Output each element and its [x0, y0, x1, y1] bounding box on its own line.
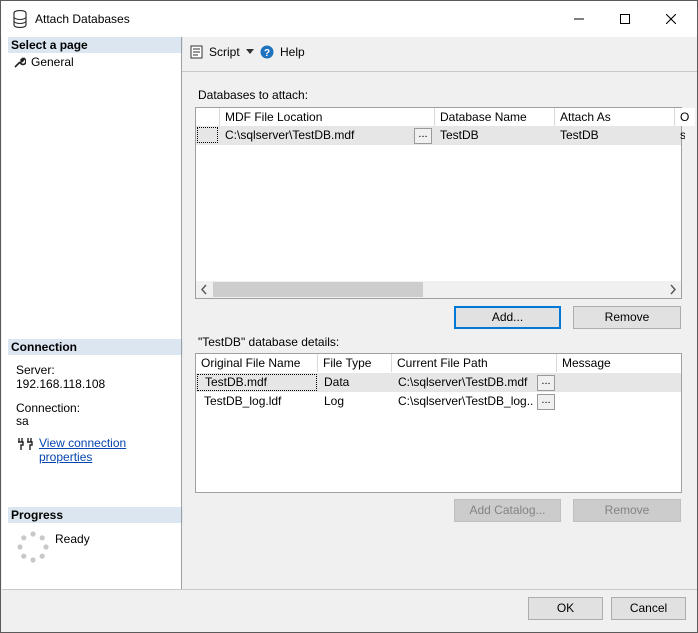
progress-header: Progress — [8, 507, 183, 523]
path-browse-button[interactable]: ... — [537, 375, 555, 391]
databases-grid[interactable]: MDF File Location Database Name Attach A… — [195, 107, 695, 299]
sidebar-item-label: General — [31, 55, 74, 69]
details-section-label: "TestDB" database details: — [198, 335, 340, 349]
maximize-icon — [620, 14, 630, 24]
close-button[interactable] — [648, 1, 694, 37]
add-catalog-button[interactable]: Add Catalog... — [454, 499, 561, 522]
path-browse-button[interactable]: ... — [537, 394, 555, 410]
message-cell — [557, 373, 681, 391]
window-title: Attach Databases — [35, 12, 130, 26]
script-dropdown-chevron-icon[interactable] — [245, 49, 255, 55]
original-file-name-cell[interactable]: TestDB.mdf — [197, 374, 317, 391]
close-icon — [666, 14, 676, 24]
help-icon: ? — [260, 45, 274, 59]
mdf-browse-button[interactable]: ... — [414, 128, 432, 144]
connection-plug-icon — [18, 438, 33, 450]
database-icon — [13, 10, 27, 28]
help-button[interactable]: ? Help — [260, 43, 310, 61]
svg-text:?: ? — [264, 48, 270, 59]
original-file-name-cell[interactable]: TestDB_log.ldf — [197, 392, 317, 410]
column-header-mdf-location[interactable]: MDF File Location — [220, 108, 435, 126]
progress-status: Ready — [55, 532, 90, 546]
row-selector[interactable] — [197, 127, 218, 143]
dialog-footer: OK Cancel — [2, 589, 697, 632]
maximize-button[interactable] — [602, 1, 648, 37]
column-header-attach-as[interactable]: Attach As — [555, 108, 675, 126]
file-type-cell[interactable]: Data — [319, 373, 391, 391]
ok-button[interactable]: OK — [528, 597, 603, 620]
scroll-right-icon[interactable] — [664, 281, 681, 298]
column-header-original-file-name[interactable]: Original File Name — [196, 354, 318, 372]
current-file-path-cell[interactable]: C:\sqlserver\TestDB.mdf — [393, 373, 533, 391]
sidebar-item-general[interactable]: General — [14, 54, 174, 70]
column-header-message[interactable]: Message — [557, 354, 681, 372]
column-header-file-type[interactable]: File Type — [318, 354, 392, 372]
details-grid[interactable]: Original File Name File Type Current Fil… — [195, 353, 682, 493]
scrollbar-thumb[interactable] — [213, 282, 423, 297]
table-row[interactable]: TestDB_log.ldf Log C:\sqlserver\TestDB_l… — [196, 392, 681, 411]
progress-spinner-icon — [17, 531, 49, 563]
column-header-current-file-path[interactable]: Current File Path — [392, 354, 557, 372]
script-icon — [190, 45, 203, 59]
grid-row-header-corner — [196, 108, 220, 126]
server-value: 192.168.118.108 — [16, 377, 106, 391]
attach-as-cell[interactable]: TestDB — [555, 126, 675, 144]
mdf-location-cell[interactable]: C:\sqlserver\TestDB.mdf — [220, 126, 410, 144]
scroll-left-icon[interactable] — [196, 281, 213, 298]
column-header-database-name[interactable]: Database Name — [435, 108, 555, 126]
databases-section-label: Databases to attach: — [198, 88, 309, 102]
connection-label: Connection: — [16, 401, 81, 415]
view-connection-properties-link[interactable]: View connection properties — [39, 436, 181, 464]
column-header-owner[interactable]: O — [675, 108, 695, 126]
horizontal-scrollbar[interactable] — [196, 281, 681, 298]
main-panel: Script ? Help Databases to attach: MDF F… — [182, 37, 697, 589]
title-bar: Attach Databases — [1, 1, 697, 37]
current-file-path-cell[interactable]: C:\sqlserver\TestDB_log.... — [393, 392, 533, 410]
file-type-cell[interactable]: Log — [319, 392, 391, 410]
owner-cell[interactable]: s — [675, 126, 685, 144]
table-row[interactable]: TestDB.mdf Data C:\sqlserver\TestDB.mdf … — [196, 373, 681, 392]
minimize-button[interactable] — [556, 1, 602, 37]
script-label: Script — [209, 45, 240, 59]
sidebar: Select a page General Connection Server:… — [2, 37, 183, 589]
select-page-header: Select a page — [8, 37, 183, 53]
cancel-button[interactable]: Cancel — [611, 597, 686, 620]
help-label: Help — [280, 45, 305, 59]
attach-databases-window: Attach Databases Select a page General C… — [0, 0, 698, 633]
toolbar-separator — [182, 71, 697, 72]
minimize-icon — [574, 18, 584, 20]
connection-header: Connection — [8, 339, 183, 355]
table-row[interactable]: C:\sqlserver\TestDB.mdf ... TestDB TestD… — [196, 126, 685, 145]
database-name-cell[interactable]: TestDB — [435, 126, 555, 144]
remove-database-button[interactable]: Remove — [573, 306, 681, 329]
connection-value: sa — [16, 414, 29, 428]
wrench-icon — [14, 57, 26, 68]
server-label: Server: — [16, 363, 55, 377]
message-cell — [557, 392, 681, 410]
add-button[interactable]: Add... — [454, 306, 561, 329]
remove-file-button[interactable]: Remove — [573, 499, 681, 522]
